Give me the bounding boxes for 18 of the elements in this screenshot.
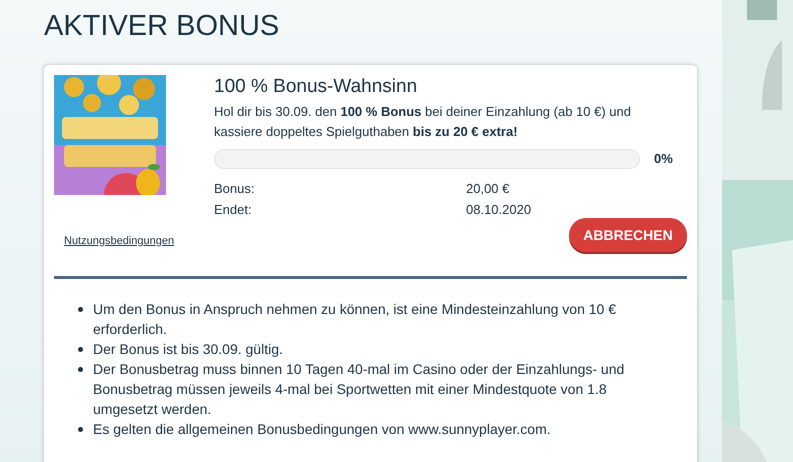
detail-label: Endet: [214, 201, 253, 219]
progress-reading: 0% [654, 150, 673, 168]
detail-value: 20,00 € [466, 180, 510, 198]
page-title: AKTIVER BONUS [44, 9, 280, 44]
detail-value: 08.10.2020 [466, 201, 532, 219]
condition-text: Der Bonus ist bis 30.09. gültig. [93, 340, 283, 359]
condition-text: Der Bonusbetrag muss binnen 10 Tagen 40-mal im Casino oder der Einzahlungs- und Bonusbetrag müssen jeweils 4-mal bei Sportwetten mit einer Mindestquote von 1.8 umgesetzt werden. [93, 360, 626, 419]
cancel-button[interactable]: ABBRECHEN [569, 218, 687, 252]
detail-label: Bonus: [214, 180, 256, 198]
bullet-icon [78, 367, 83, 372]
bullet-icon [78, 347, 83, 352]
bonus-description: Hol dir bis 30.09. den 100 % Bonus bei deiner Einzahlung (ab 10 €) und kassiere doppeltes Spielguthaben bis zu 20 € extra! [214, 103, 632, 141]
bonus-title: 100 % Bonus-Wahnsinn [214, 75, 418, 99]
condition-text: Um den Bonus in Anspruch nehmen zu können, ist eine Mindesteinzahlung von 10 € erforderlich. [93, 300, 618, 339]
condition-text: Es gelten die allgemeinen Bonusbedingungen von www.sunnyplayer.com. [93, 420, 551, 439]
terms-link[interactable]: Nutzungsbedingungen [64, 233, 174, 250]
bullet-icon [78, 307, 83, 312]
bullet-icon [78, 427, 83, 432]
